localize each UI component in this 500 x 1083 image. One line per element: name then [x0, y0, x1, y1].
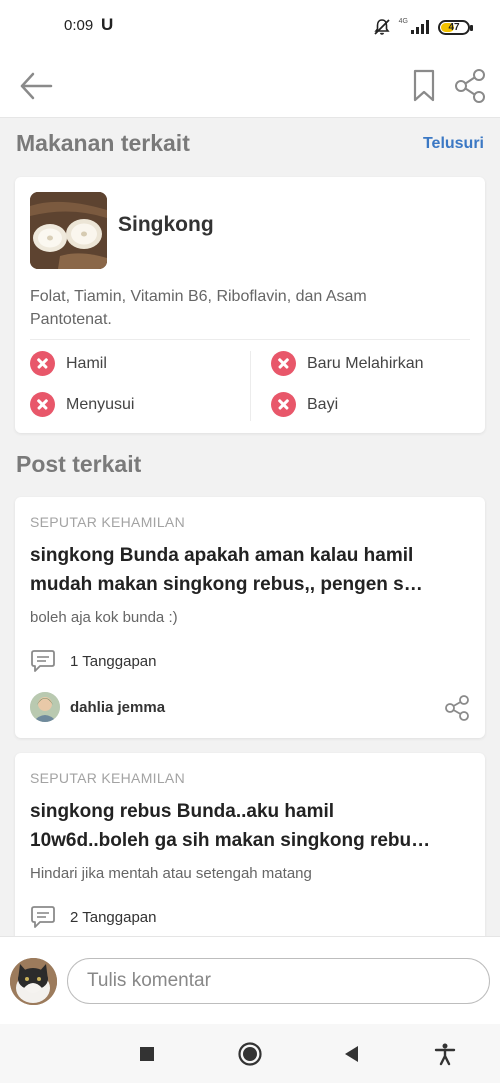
tag-label: Bayi	[307, 395, 339, 413]
food-image	[30, 192, 107, 269]
related-foods-title: Makanan terkait	[16, 130, 190, 156]
tag-label: Menyusui	[66, 395, 135, 413]
home-icon[interactable]	[237, 1041, 263, 1067]
avatar	[30, 692, 60, 722]
replies-count: 2 Tanggapan	[70, 908, 157, 926]
arrow-left-icon[interactable]	[18, 68, 54, 104]
tag-label: Hamil	[66, 354, 107, 372]
related-posts-header: Post terkait	[16, 451, 484, 478]
post-title: singkong Bunda apakah aman kalau hamil m…	[30, 545, 423, 595]
post-replies[interactable]: 2 Tanggapan	[30, 905, 156, 929]
cross-circle-icon	[271, 392, 296, 417]
tag-menyusui: Menyusui	[30, 392, 134, 417]
replies-count: 1 Tanggapan	[70, 652, 157, 670]
cross-circle-icon	[30, 351, 55, 376]
status-icons: 4G 47	[373, 18, 473, 36]
food-description: Folat, Tiamin, Vitamin B6, Riboflavin, d…	[30, 288, 367, 328]
network-label: 4G	[398, 18, 408, 25]
post-card[interactable]: SEPUTAR KEHAMILAN singkong Bunda apakah …	[15, 497, 485, 738]
post-title: singkong rebus Bunda..aku hamil 10w6d..b…	[30, 801, 431, 851]
battery-level: 47	[448, 21, 460, 33]
comment-bar	[0, 936, 500, 1024]
battery-icon: 47	[438, 19, 473, 35]
bookmark-icon[interactable]	[410, 68, 438, 104]
status-time: 0:09	[64, 17, 94, 34]
tag-baru-melahirkan: Baru Melahirkan	[271, 351, 424, 376]
post-card[interactable]: SEPUTAR KEHAMILAN singkong rebus Bunda..…	[15, 753, 485, 953]
app-bar	[0, 56, 500, 118]
muted-bell-icon	[374, 19, 390, 35]
post-excerpt: Hindari jika mentah atau setengah matang	[30, 865, 312, 882]
cross-circle-icon	[271, 351, 296, 376]
recent-apps-icon[interactable]	[134, 1041, 160, 1067]
share-icon[interactable]	[443, 694, 471, 722]
post-author[interactable]: dahlia jemma	[30, 692, 165, 722]
signal-icon	[411, 20, 429, 34]
post-category: SEPUTAR KEHAMILAN	[30, 514, 185, 530]
related-foods-header: Makanan terkait Telusuri	[16, 130, 484, 157]
avatar	[10, 958, 57, 1005]
tag-label: Baru Melahirkan	[307, 354, 424, 372]
status-bar: 0:09 U 4G 47	[0, 0, 500, 56]
accessibility-icon[interactable]	[432, 1041, 458, 1067]
post-category: SEPUTAR KEHAMILAN	[30, 770, 185, 786]
status-indicator: U	[101, 15, 114, 34]
comment-icon	[31, 906, 55, 928]
food-card[interactable]: Singkong Folat, Tiamin, Vitamin B6, Ribo…	[15, 177, 485, 433]
tag-bayi: Bayi	[271, 392, 338, 417]
food-name: Singkong	[118, 213, 214, 236]
tag-hamil: Hamil	[30, 351, 107, 376]
post-excerpt: boleh aja kok bunda :)	[30, 609, 178, 626]
comment-icon	[31, 650, 55, 672]
related-posts-title: Post terkait	[16, 451, 142, 477]
comment-input[interactable]	[67, 958, 490, 1004]
system-nav-bar	[0, 1024, 500, 1083]
back-icon[interactable]	[339, 1041, 365, 1067]
divider	[30, 339, 470, 340]
author-name: dahlia jemma	[70, 698, 166, 716]
browse-link[interactable]: Telusuri	[423, 135, 484, 153]
divider	[250, 351, 251, 421]
post-replies[interactable]: 1 Tanggapan	[30, 649, 156, 673]
cross-circle-icon	[30, 392, 55, 417]
share-icon[interactable]	[452, 68, 488, 104]
